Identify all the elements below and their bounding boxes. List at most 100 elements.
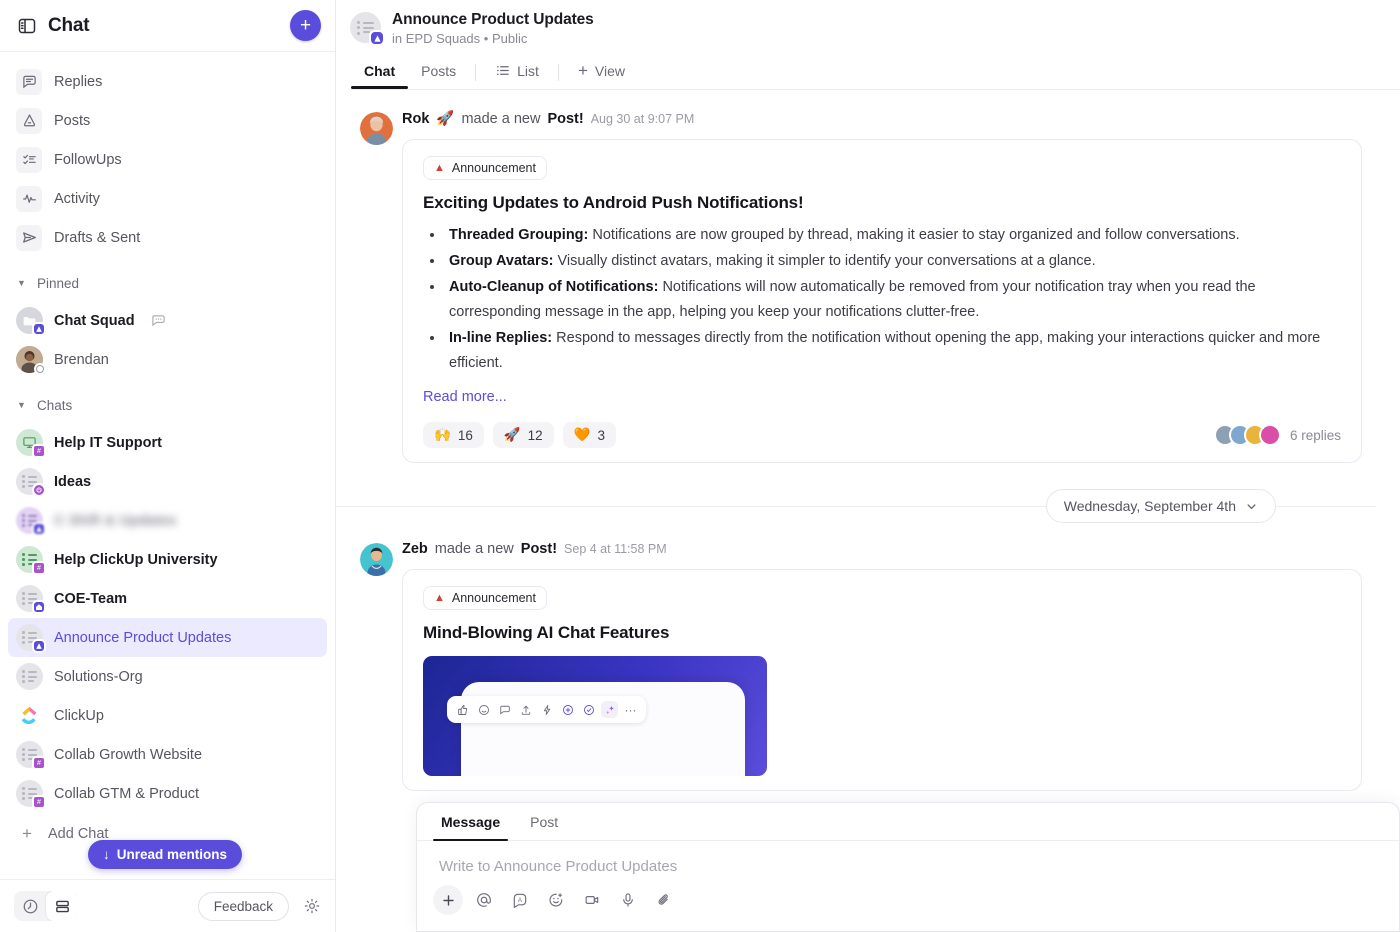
composer-tab-post[interactable]: Post bbox=[522, 803, 566, 840]
sidebar-item-label: Help IT Support bbox=[54, 434, 162, 451]
composer-tab-message[interactable]: Message bbox=[433, 803, 509, 841]
announcement-chip: ▲ Announcement bbox=[423, 586, 547, 610]
sidebar-item-label: COE-Team bbox=[54, 590, 128, 607]
sidebar-item-label: Replies bbox=[54, 73, 103, 90]
post-item: Rok 🚀 made a new Post! Aug 30 at 9:07 PM… bbox=[336, 98, 1400, 463]
avatar[interactable] bbox=[360, 543, 393, 576]
sidebar-item-followups[interactable]: FollowUps bbox=[8, 140, 327, 179]
reaction-emoji: 🧡 bbox=[573, 427, 591, 442]
ai-sparkle-icon bbox=[601, 701, 618, 718]
sidebar-item-activity[interactable]: Activity bbox=[8, 179, 327, 218]
hash-badge: # bbox=[32, 756, 46, 770]
announcement-badge bbox=[32, 522, 46, 536]
reaction-chip[interactable]: 🧡 3 bbox=[562, 422, 617, 448]
unread-mentions-pill[interactable]: ↓ Unread mentions bbox=[88, 840, 243, 869]
activity-pulse-icon bbox=[16, 185, 42, 212]
section-header-chats[interactable]: ▼ Chats bbox=[8, 389, 327, 421]
sidebar-item-posts[interactable]: Posts bbox=[8, 101, 327, 140]
tab-label: Post bbox=[530, 814, 559, 830]
tab-label: View bbox=[594, 62, 625, 79]
sidebar-item-help-it-support[interactable]: # Help IT Support bbox=[8, 423, 327, 462]
post-action: made a new bbox=[461, 110, 541, 127]
post-card: ▲ Announcement Exciting Updates to Andro… bbox=[402, 139, 1362, 463]
view-mode-toggle[interactable] bbox=[14, 891, 78, 921]
sidebar-item-brendan[interactable]: Brendan bbox=[8, 340, 327, 379]
bullet-term: In-line Replies: bbox=[449, 330, 553, 346]
date-divider-pill[interactable]: Wednesday, September 4th bbox=[1045, 489, 1276, 523]
pin-icon: ▲ bbox=[434, 592, 445, 604]
tab-chat[interactable]: Chat bbox=[351, 56, 409, 89]
divider-line bbox=[1276, 505, 1376, 507]
message-input[interactable]: Write to Announce Product Updates bbox=[417, 841, 1399, 879]
replies-icon bbox=[16, 68, 42, 95]
sidebar-item-label: Collab Growth Website bbox=[54, 746, 203, 763]
chip-label: Announcement bbox=[451, 161, 536, 175]
section-header-pinned[interactable]: ▼ Pinned bbox=[8, 267, 327, 299]
reaction-chip[interactable]: 🚀 12 bbox=[492, 422, 554, 448]
post-item: Zeb made a new Post! Sep 4 at 11:58 PM ▲… bbox=[336, 529, 1400, 791]
avatar bbox=[16, 346, 46, 375]
sidebar-item-redacted[interactable]: C Shift & Updates bbox=[8, 501, 327, 540]
post-title: Exciting Updates to Android Push Notific… bbox=[423, 193, 804, 212]
sidebar-item-coe-team[interactable]: COE-Team bbox=[8, 579, 327, 618]
bullet-text: Visually distinct avatars, making it sim… bbox=[553, 253, 1096, 269]
sidebar-item-replies[interactable]: Replies bbox=[8, 62, 327, 101]
post-author[interactable]: Rok bbox=[402, 111, 429, 127]
message-feed[interactable]: Rok 🚀 made a new Post! Aug 30 at 9:07 PM… bbox=[336, 90, 1400, 932]
tab-list[interactable]: List bbox=[482, 56, 552, 89]
view-tabs: Chat Posts List + View bbox=[350, 55, 1400, 89]
emoji-icon[interactable] bbox=[541, 885, 571, 915]
post-title: Mind-Blowing AI Chat Features bbox=[423, 623, 670, 642]
post-action-type: Post! bbox=[547, 110, 584, 127]
panel-toggle-icon[interactable] bbox=[16, 15, 38, 37]
home-badge bbox=[32, 600, 46, 614]
sidebar-item-clickup[interactable]: ClickUp bbox=[8, 696, 327, 735]
list-item: Threaded Grouping: Notifications are now… bbox=[445, 223, 1341, 248]
avatar[interactable] bbox=[360, 112, 393, 145]
clock-icon[interactable] bbox=[14, 891, 46, 921]
rows-layout-icon[interactable] bbox=[46, 891, 78, 921]
megaphone-icon bbox=[16, 107, 42, 134]
channel-identity[interactable]: Announce Product Updates in EPD Squads •… bbox=[350, 10, 1400, 46]
sidebar-item-label: Announce Product Updates bbox=[54, 629, 232, 646]
reaction-emoji: 🙌 bbox=[434, 427, 451, 442]
tab-add-view[interactable]: + View bbox=[565, 55, 638, 89]
sidebar-item-collab-gtm-product[interactable]: # Collab GTM & Product bbox=[8, 774, 327, 813]
microphone-icon[interactable] bbox=[613, 885, 643, 915]
sidebar-item-drafts-sent[interactable]: Drafts & Sent bbox=[8, 218, 327, 257]
sidebar-item-label: Brendan bbox=[54, 351, 109, 368]
power-badge bbox=[32, 483, 46, 497]
plus-icon[interactable] bbox=[433, 885, 463, 915]
replies-summary[interactable]: 6 replies bbox=[1213, 424, 1341, 446]
avatar bbox=[16, 585, 46, 614]
reaction-chip[interactable]: 🙌 16 bbox=[423, 422, 484, 448]
composer-tabs: Message Post bbox=[417, 803, 1399, 841]
sidebar-item-announce-product-updates[interactable]: Announce Product Updates bbox=[8, 618, 327, 657]
sidebar-scroll-area[interactable]: Replies Posts FollowUps Activity Drafts … bbox=[0, 52, 335, 879]
sidebar-item-label: Collab GTM & Product bbox=[54, 785, 200, 802]
sidebar-item-ideas[interactable]: Ideas bbox=[8, 462, 327, 501]
sidebar-item-collab-growth-website[interactable]: # Collab Growth Website bbox=[8, 735, 327, 774]
post-embedded-image[interactable]: ··· bbox=[423, 656, 767, 776]
send-icon bbox=[16, 224, 42, 251]
new-chat-button[interactable]: + bbox=[290, 10, 321, 41]
chevron-down-icon: ▼ bbox=[17, 277, 26, 288]
bullet-text: Respond to messages directly from the no… bbox=[449, 330, 1321, 371]
sidebar-item-label: Posts bbox=[54, 112, 91, 129]
feedback-button[interactable]: Feedback bbox=[197, 891, 289, 921]
read-more-link[interactable]: Read more... bbox=[423, 389, 507, 405]
check-circle-icon bbox=[580, 701, 597, 718]
avatar bbox=[16, 507, 46, 536]
post-author[interactable]: Zeb bbox=[402, 541, 428, 557]
mention-icon[interactable] bbox=[469, 885, 499, 915]
comment-dots-icon bbox=[151, 313, 166, 328]
gear-icon[interactable] bbox=[303, 897, 321, 915]
attachment-icon[interactable] bbox=[649, 885, 679, 915]
tab-posts[interactable]: Posts bbox=[408, 56, 469, 89]
sidebar-item-help-clickup-university[interactable]: # Help ClickUp University bbox=[8, 540, 327, 579]
sidebar-item-chat-squad[interactable]: Chat Squad bbox=[8, 301, 327, 340]
avatar: # bbox=[16, 546, 46, 575]
text-style-icon[interactable]: A bbox=[505, 885, 535, 915]
video-icon[interactable] bbox=[577, 885, 607, 915]
sidebar-item-solutions-org[interactable]: Solutions-Org bbox=[8, 657, 327, 696]
